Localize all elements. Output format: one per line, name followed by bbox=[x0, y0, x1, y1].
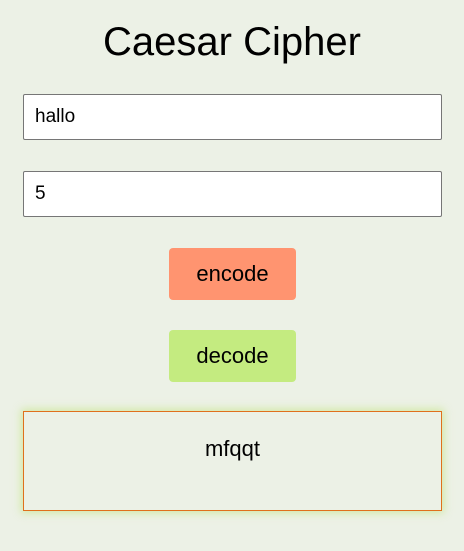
message-input[interactable] bbox=[23, 94, 442, 140]
output-box: mfqqt bbox=[23, 411, 442, 511]
shift-input[interactable] bbox=[23, 171, 442, 217]
output-text: mfqqt bbox=[204, 436, 261, 461]
decode-button[interactable]: decode bbox=[169, 330, 296, 382]
encode-button[interactable]: encode bbox=[169, 248, 296, 300]
page-title: Caesar Cipher bbox=[103, 20, 361, 64]
